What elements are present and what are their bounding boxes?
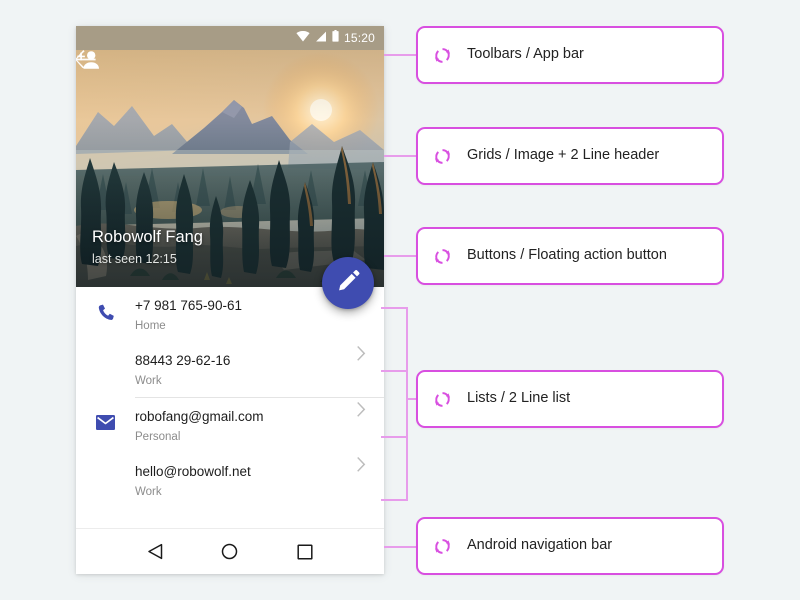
pencil-edit-icon bbox=[337, 269, 360, 297]
annotation-card-buttons[interactable]: Buttons / Floating action button bbox=[416, 227, 724, 285]
list-item[interactable]: robofang@gmail.com Personal bbox=[76, 398, 384, 453]
leader-stub-list-2 bbox=[381, 370, 408, 372]
leader-line-toolbar bbox=[384, 54, 416, 56]
person-add-icon[interactable] bbox=[77, 51, 370, 91]
annotation-card-toolbars[interactable]: Toolbars / App bar bbox=[416, 26, 724, 84]
chevron-right-icon[interactable] bbox=[338, 453, 384, 472]
status-bar: 15:20 bbox=[76, 26, 384, 50]
list-item-secondary: Home bbox=[135, 320, 166, 332]
phone-mockup: 15:20 Robowolf Fang last seen 12:15 +7 9… bbox=[76, 26, 384, 574]
list-item[interactable]: 88443 29-62-16 Work bbox=[76, 342, 384, 397]
list-item-text: 88443 29-62-16 Work bbox=[135, 342, 338, 388]
annotation-label: Toolbars / App bar bbox=[467, 46, 584, 63]
email-icon bbox=[76, 398, 135, 430]
list-item-primary: 88443 29-62-16 bbox=[135, 353, 231, 368]
app-bar bbox=[76, 50, 384, 106]
annotation-card-grids[interactable]: Grids / Image + 2 Line header bbox=[416, 127, 724, 185]
list-item-text: robofang@gmail.com Personal bbox=[135, 398, 338, 444]
list-item[interactable]: hello@robowolf.net Work bbox=[76, 453, 384, 508]
leader-line-grids bbox=[384, 155, 416, 157]
signal-icon bbox=[315, 29, 327, 47]
sync-refresh-icon bbox=[432, 146, 453, 167]
leader-line-navbar bbox=[384, 546, 416, 548]
contact-name: Robowolf Fang bbox=[92, 228, 203, 247]
wifi-icon bbox=[296, 29, 310, 47]
nav-recents-icon[interactable] bbox=[288, 535, 322, 569]
list-item-text: +7 981 765-90-61 Home bbox=[135, 287, 338, 333]
android-navigation-bar bbox=[76, 528, 384, 574]
annotation-label: Buttons / Floating action button bbox=[467, 247, 667, 264]
sync-refresh-icon bbox=[432, 389, 453, 410]
list-item-text: hello@robowolf.net Work bbox=[135, 453, 338, 499]
nav-home-icon[interactable] bbox=[213, 535, 247, 569]
list-item-secondary: Work bbox=[135, 486, 162, 498]
chevron-right-icon[interactable] bbox=[338, 398, 384, 417]
leader-stub-list-3 bbox=[381, 436, 408, 438]
sync-refresh-icon bbox=[432, 246, 453, 267]
annotation-label: Android navigation bar bbox=[467, 537, 613, 554]
annotation-label: Grids / Image + 2 Line header bbox=[467, 147, 660, 164]
canvas: 15:20 Robowolf Fang last seen 12:15 +7 9… bbox=[0, 0, 800, 600]
sync-refresh-icon bbox=[432, 536, 453, 557]
phone-icon bbox=[76, 287, 135, 322]
sync-refresh-icon bbox=[432, 45, 453, 66]
leader-spine-list bbox=[406, 307, 408, 501]
list-item-primary: robofang@gmail.com bbox=[135, 409, 264, 424]
annotation-label: Lists / 2 Line list bbox=[467, 390, 571, 407]
contact-list: +7 981 765-90-61 Home 88443 29-62-16 Wor… bbox=[76, 287, 384, 508]
chevron-right-icon[interactable] bbox=[338, 342, 384, 361]
annotation-card-lists[interactable]: Lists / 2 Line list bbox=[416, 370, 724, 428]
list-item-icon-slot bbox=[76, 453, 135, 470]
list-item-secondary: Personal bbox=[135, 431, 181, 443]
leader-line-fab bbox=[384, 255, 416, 257]
leader-stub-list-4 bbox=[381, 499, 408, 501]
hero-image: Robowolf Fang last seen 12:15 bbox=[76, 50, 384, 287]
list-item-primary: +7 981 765-90-61 bbox=[135, 298, 242, 313]
list-item-primary: hello@robowolf.net bbox=[135, 464, 251, 479]
list-item-secondary: Work bbox=[135, 375, 162, 387]
nav-back-icon[interactable] bbox=[138, 535, 172, 569]
floating-action-button[interactable] bbox=[322, 257, 374, 309]
contact-header: Robowolf Fang last seen 12:15 bbox=[92, 228, 203, 267]
battery-icon bbox=[332, 29, 339, 47]
annotation-card-navbar[interactable]: Android navigation bar bbox=[416, 517, 724, 575]
status-bar-time: 15:20 bbox=[343, 30, 375, 45]
list-item-icon-slot bbox=[76, 342, 135, 359]
leader-stub-list-1 bbox=[381, 307, 408, 309]
contact-status: last seen 12:15 bbox=[92, 252, 177, 266]
